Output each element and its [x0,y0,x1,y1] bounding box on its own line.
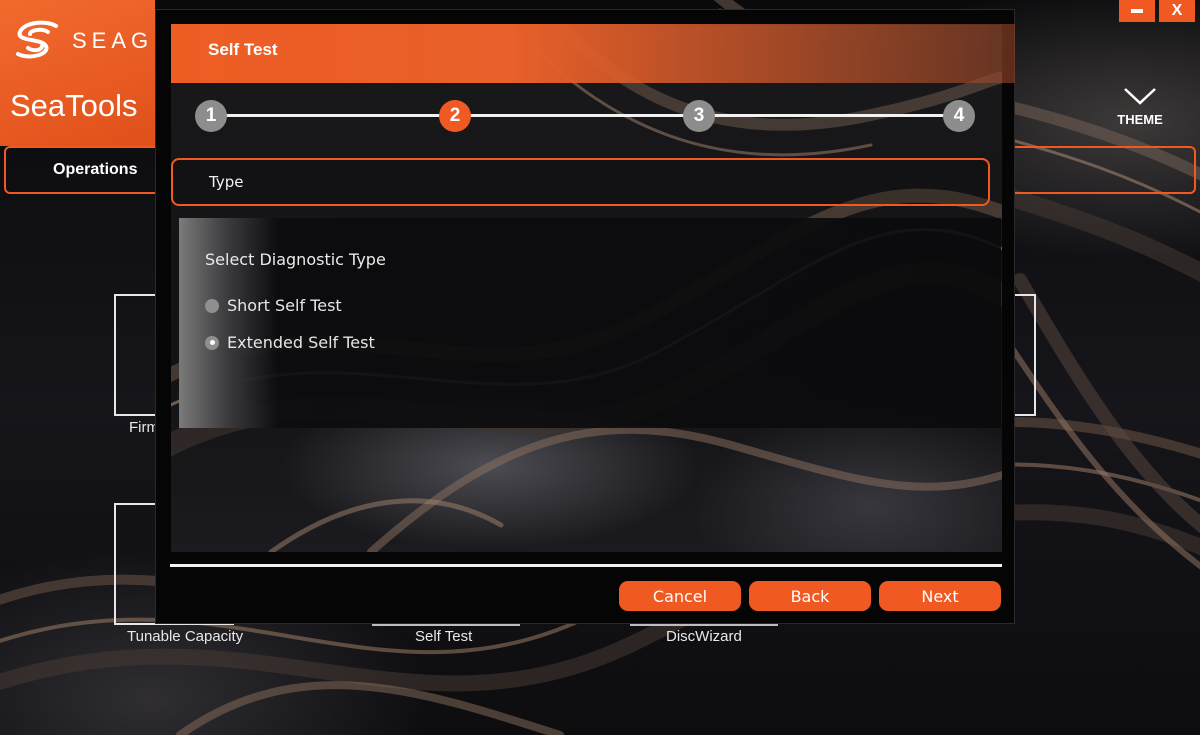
step-4: 4 [943,100,975,132]
section-type-bar [171,158,990,206]
minimize-icon [1131,9,1143,13]
step-1: 1 [195,100,227,132]
step-2-active: 2 [439,100,471,132]
brand-text: SEAG [72,28,154,53]
diagnostic-title: Select Diagnostic Type [205,250,386,269]
tile-label-tunable-capacity: Tunable Capacity [127,628,244,645]
radio-selected-icon[interactable] [205,335,219,350]
brand-panel: SEAG SeaTools [0,0,155,146]
option-short-self-test[interactable]: Short Self Test [205,296,342,315]
close-button[interactable]: X [1159,0,1195,22]
footer-divider [170,564,1002,567]
dialog-header [171,24,1015,83]
back-button[interactable]: Back [749,581,871,611]
nav-item-operations[interactable]: Operations [53,161,137,179]
minimize-button[interactable] [1119,0,1155,22]
seagate-logo-icon [16,20,58,59]
dialog-title: Self Test [208,40,278,59]
tile-label-self-test: Self Test [415,628,473,645]
chevron-down-icon [1124,88,1156,105]
next-button[interactable]: Next [879,581,1001,611]
option-extended-self-test[interactable]: Extended Self Test [205,333,375,352]
step-3: 3 [683,100,715,132]
tile-self-test-underline [372,624,520,626]
tile-discwizard-underline [630,624,778,626]
theme-button[interactable]: THEME [1110,86,1170,127]
app-title: SeaTools [10,88,138,123]
cancel-button[interactable]: Cancel [619,581,741,611]
step-connector [212,114,960,117]
option-label: Extended Self Test [227,333,375,352]
theme-label: THEME [1117,112,1163,127]
section-type-label: Type [209,173,244,191]
radio-unselected-icon[interactable] [205,298,219,313]
tile-label-discwizard: DiscWizard [666,628,742,645]
option-label: Short Self Test [227,296,342,315]
